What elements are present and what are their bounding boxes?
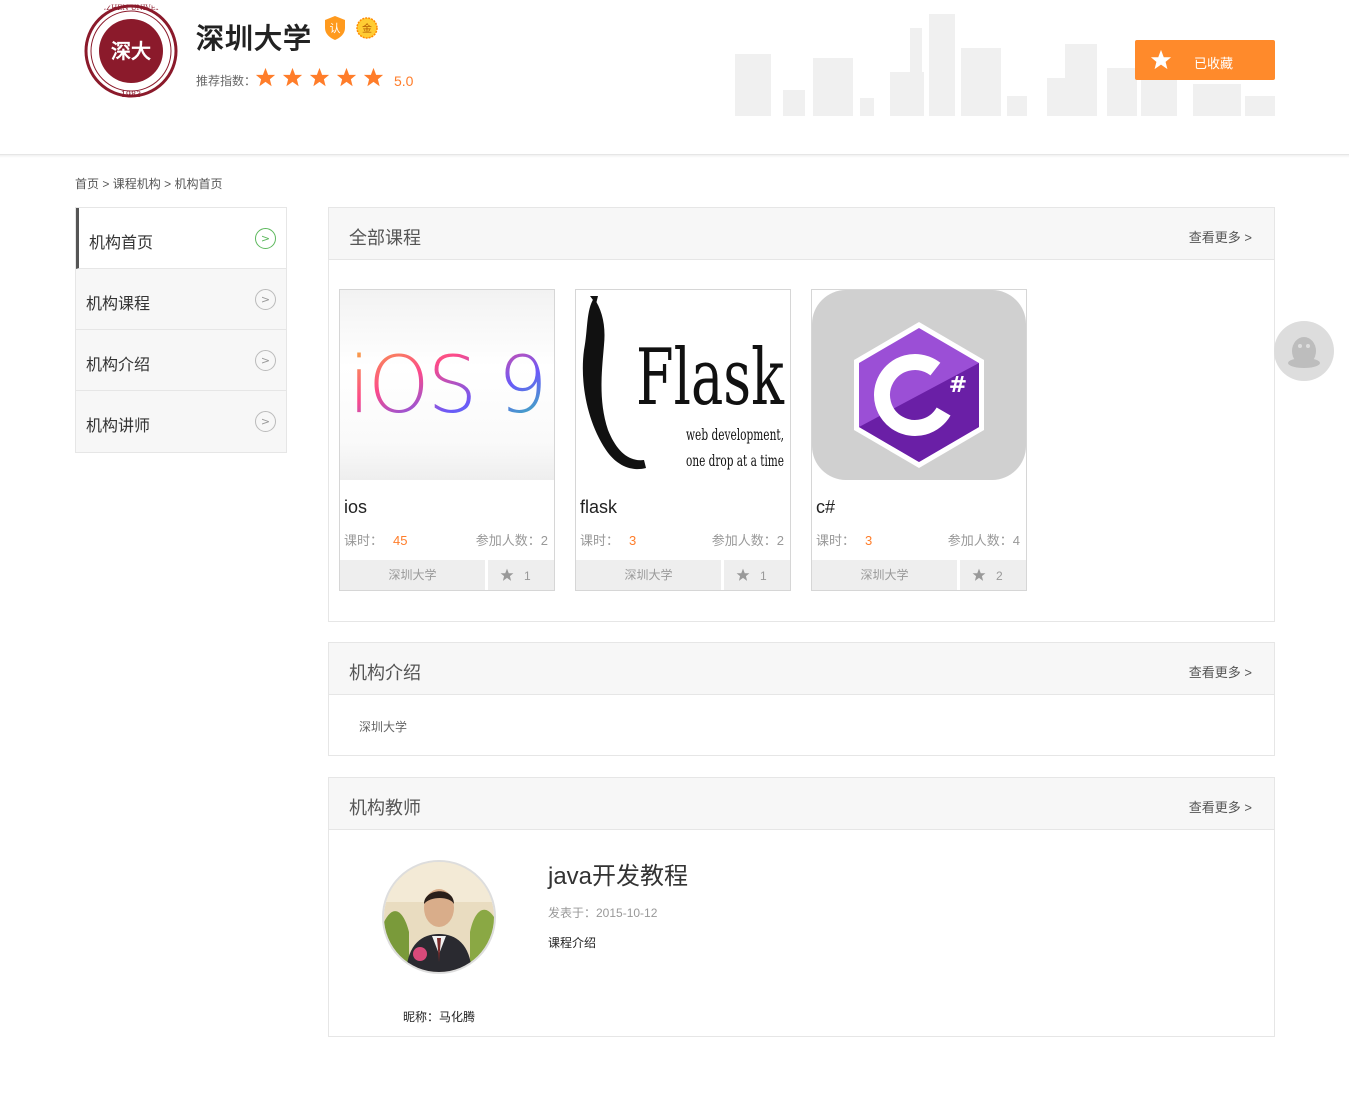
panel-title: 机构教师 (349, 798, 421, 818)
rating-value: 5.0 (394, 73, 414, 89)
svg-text:SHENZHEN UNIVERSITY: SHENZHEN UNIVERSITY (84, 4, 178, 12)
side-menu-item-teachers[interactable]: 机构讲师 > (76, 391, 286, 452)
course-org[interactable]: 深圳大学 (340, 560, 488, 590)
side-menu-item-courses[interactable]: 机构课程 > (76, 269, 286, 330)
course-participants: 参加人数：2 (711, 533, 784, 548)
svg-text:Flask: Flask (636, 333, 785, 423)
course-image[interactable]: iOS 9 (340, 290, 554, 480)
breadcrumb-courses-link[interactable]: 课程机构 (113, 177, 161, 191)
view-more-link[interactable]: 查看更多 > (1189, 662, 1252, 681)
svg-text:one drop at a time: one drop at a time (686, 451, 784, 470)
breadcrumb-current: 机构首页 (174, 177, 223, 191)
svg-text:iOS 9: iOS 9 (349, 341, 546, 431)
star-icon (309, 67, 330, 87)
site-header: 深大 1983 SHENZHEN UNIVERSITY 深圳大学 认 金 推荐指… (0, 0, 1349, 155)
course-card[interactable]: iOS 9 ios 课时： 45 参加人数：2 深圳大学 1 (339, 289, 555, 591)
course-hours: 课时： 3 (580, 533, 637, 548)
side-menu-item-home[interactable]: 机构首页 > (76, 208, 286, 269)
course-favorites[interactable]: 1 (736, 568, 767, 583)
rating-label: 推荐指数： (196, 74, 257, 88)
side-menu-label: 机构首页 (89, 235, 154, 252)
breadcrumb-separator: > (164, 177, 172, 191)
intro-text: 深圳大学 (359, 720, 408, 734)
breadcrumb-home-link[interactable]: 首页 (75, 177, 99, 191)
star-icon (500, 568, 514, 581)
course-footer: 深圳大学 2 (812, 560, 1026, 590)
course-card[interactable]: Flask web development, one drop at a tim… (575, 289, 791, 591)
course-org[interactable]: 深圳大学 (812, 560, 960, 590)
course-favorites[interactable]: 1 (500, 568, 531, 583)
course-participants: 参加人数：2 (475, 533, 548, 548)
course-name[interactable]: c# (816, 497, 835, 518)
star-icon (736, 568, 750, 581)
certified-badge-icon: 认 (325, 16, 345, 40)
teacher-course-title[interactable]: java开发教程 (548, 856, 688, 891)
qq-penguin-icon (1288, 337, 1320, 368)
star-icon (363, 67, 384, 87)
chevron-right-icon: > (255, 411, 276, 432)
course-org[interactable]: 深圳大学 (576, 560, 724, 590)
course-name[interactable]: flask (580, 497, 617, 518)
course-hours: 课时： 45 (344, 533, 408, 548)
breadcrumb-separator: > (102, 177, 110, 191)
teacher-nickname: 昵称：马化腾 (403, 1010, 476, 1024)
side-menu-label: 机构讲师 (86, 418, 151, 435)
chevron-right-icon: > (255, 350, 276, 371)
course-card[interactable]: # c# 课时： 3 参加人数：4 深圳大学 2 (811, 289, 1027, 591)
star-icon (255, 67, 276, 87)
svg-text:金: 金 (362, 22, 372, 35)
favorite-button[interactable]: 已收藏 (1135, 40, 1275, 80)
course-image[interactable]: Flask web development, one drop at a tim… (576, 290, 790, 480)
panel-title: 机构介绍 (349, 663, 421, 683)
svg-text:深大: 深大 (111, 39, 151, 63)
qq-contact-button[interactable] (1274, 321, 1334, 381)
view-more-link[interactable]: 查看更多 > (1189, 797, 1252, 816)
teacher-publish-date: 发表于：2015-10-12 (548, 906, 658, 920)
course-hours: 课时： 3 (816, 533, 873, 548)
favorite-label: 已收藏 (1194, 56, 1234, 71)
star-icon (282, 67, 303, 87)
course-name[interactable]: ios (344, 497, 367, 518)
teacher-panel: 机构教师 查看更多 > 昵称：马化腾 java开发教程 发表于：2015-10-… (328, 777, 1275, 1037)
svg-text:认: 认 (330, 22, 341, 35)
breadcrumb: 首页 > 课程机构 > 机构首页 (75, 175, 222, 192)
course-participants: 参加人数：4 (947, 533, 1020, 548)
star-icon (1150, 49, 1172, 70)
svg-text:1983: 1983 (121, 90, 141, 99)
panel-header: 全部课程 查看更多 > (329, 208, 1274, 260)
panel-header: 机构介绍 查看更多 > (329, 643, 1274, 695)
chevron-right-icon: > (255, 228, 276, 249)
org-name: 深圳大学 (196, 23, 313, 54)
header-divider (0, 155, 1349, 158)
svg-text:#: # (949, 373, 967, 398)
teacher-course-desc: 课程介绍 (548, 936, 597, 950)
star-icon (972, 568, 986, 581)
university-logo: 深大 1983 SHENZHEN UNIVERSITY (84, 4, 178, 99)
course-footer: 深圳大学 1 (340, 560, 554, 590)
panel-title: 全部课程 (349, 228, 421, 248)
star-icon (336, 67, 357, 87)
intro-panel: 机构介绍 查看更多 > 深圳大学 (328, 642, 1275, 756)
course-favorites[interactable]: 2 (972, 568, 1003, 583)
teacher-avatar[interactable] (382, 860, 496, 974)
gold-badge-icon: 金 (356, 17, 378, 39)
panel-header: 机构教师 查看更多 > (329, 778, 1274, 830)
chevron-right-icon: > (255, 289, 276, 310)
side-menu-label: 机构介绍 (86, 357, 151, 374)
rating-stars (255, 67, 384, 88)
side-menu: 机构首页 > 机构课程 > 机构介绍 > 机构讲师 > (75, 207, 287, 453)
side-menu-item-intro[interactable]: 机构介绍 > (76, 330, 286, 391)
courses-panel: 全部课程 查看更多 > iOS 9 ios 课时：45 参加人数：2 深圳大学 (328, 207, 1275, 622)
course-footer: 深圳大学 1 (576, 560, 790, 590)
svg-text:web development,: web development, (686, 425, 784, 444)
side-menu-label: 机构课程 (86, 296, 151, 313)
view-more-link[interactable]: 查看更多 > (1189, 227, 1252, 246)
course-image[interactable]: # (812, 290, 1026, 480)
